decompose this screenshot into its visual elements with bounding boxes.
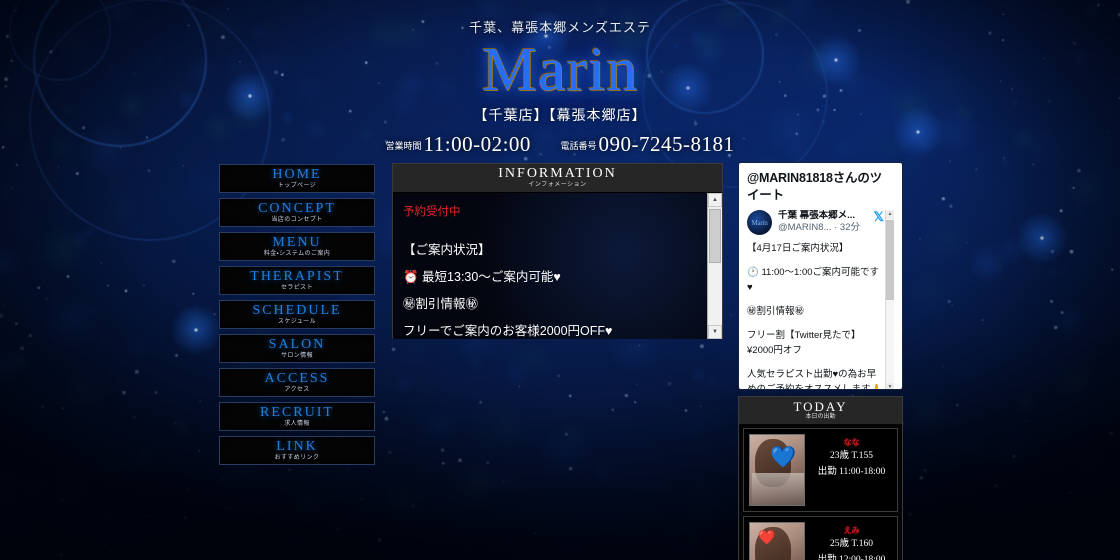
nav-item-link[interactable]: LINKおすすめリンク [219,436,375,465]
twitter-scrollbar-thumb[interactable] [886,220,894,300]
therapist-photo[interactable]: 💙 [749,434,805,506]
nav-item-label: SALON [269,337,326,352]
tweet-line: 【4月17日ご案内状況】 [747,241,884,256]
therapist-shift: 出勤 12:00-18:00 [811,552,892,560]
nav-item-menu[interactable]: MENU料金・システムのご案内 [219,232,375,261]
twitter-widget-title[interactable]: @MARIN81818さんのツイート [747,170,894,204]
nav-item-sublabel: 当店のコンセプト [271,216,322,224]
therapist-card[interactable]: ❤️ えみ25歳 T.160出勤 12:00-18:00 [743,516,898,560]
tweet-header: Marin 千葉 幕張本郷メ... @MARIN8... · 32分 𝕏 [747,210,884,235]
today-title-jp: 本日の出勤 [805,414,835,421]
tweet-line: 人気セラピスト出勤♥の為お早めのご予約をオススメします🙏 [747,367,884,390]
nav-item-recruit[interactable]: RECRUIT求人情報 [219,402,375,431]
nav-item-label: SCHEDULE [252,303,341,318]
face-mask-heart-icon: ❤️ [758,527,775,548]
nav-item-label: MENU [272,235,321,250]
tweet-timestamp: · 32分 [834,222,860,233]
information-header: INFORMATION インフォメーション [393,164,722,193]
tweet-display-name[interactable]: 千葉 幕張本郷メ... [778,210,868,222]
nav-item-label: RECRUIT [260,405,334,420]
nav-item-label: CONCEPT [258,201,336,216]
nav-item-sublabel: サロン情報 [281,352,313,360]
branch-list: 【千葉店】【幕張本郷店】 [0,105,1120,125]
twitter-widget: @MARIN81818さんのツイート Marin 千葉 幕張本郷メ... @MA… [738,162,903,390]
nav-item-sublabel: 料金・システムのご案内 [264,250,330,258]
today-card-list: 💙なな23歳 T.155出勤 11:00-18:00❤️えみ25歳 T.160出… [739,428,902,560]
nav-item-label: THERAPIST [250,269,343,284]
photo-body-shape [752,473,805,505]
tweet-line: ㊙割引情報㊙ [747,304,884,319]
nav-item-sublabel: スケジュール [278,318,316,326]
nav-item-label: LINK [276,439,317,454]
information-panel: INFORMATION インフォメーション 予約受付中【ご案内状況】⏰ 最短13… [392,163,723,339]
information-content: 予約受付中【ご案内状況】⏰ 最短13:30〜ご案内可能♥㊙割引情報㊙フリーでご案… [393,193,707,339]
tweet-body: 【4月17日ご案内状況】 🕐 11:00〜1:00ご案内可能です♥ ㊙割引情報㊙フリ… [747,241,884,390]
information-line: 【ご案内状況】 [403,237,697,264]
twitter-stream: Marin 千葉 幕張本郷メ... @MARIN8... · 32分 𝕏 【4月… [747,210,894,390]
main-navigation: HOMEトップページ CONCEPT当店のコンセプト MENU料金・システムのご案内… [219,164,375,470]
nav-item-sublabel: おすすめリンク [275,454,320,462]
today-title: TODAY [793,400,847,414]
information-title-jp: インフォメーション [528,181,586,189]
therapist-info: えみ25歳 T.160出勤 12:00-18:00 [811,522,892,560]
scrollbar-thumb[interactable] [709,209,721,263]
site-header: 千葉、幕張本郷メンズエステ Marin 【千葉店】【幕張本郷店】 営業時間11:… [0,0,1120,150]
information-title: INFORMATION [498,167,616,181]
therapist-photo[interactable]: ❤️ [749,522,805,560]
information-spacer [403,223,697,237]
information-scrollbar[interactable]: ▲ ▼ [707,193,722,339]
right-sidebar: @MARIN81818さんのツイート Marin 千葉 幕張本郷メ... @MA… [738,162,903,560]
nav-item-label: ACCESS [265,371,330,386]
nav-item-access[interactable]: ACCESSアクセス [219,368,375,397]
twitter-scroll-up-icon[interactable]: ▲ [886,210,894,219]
tweet-author: 千葉 幕張本郷メ... @MARIN8... · 32分 [778,210,868,234]
therapist-name: えみ [811,525,892,536]
nav-item-sublabel: セラピスト [281,284,313,292]
x-logo-icon[interactable]: 𝕏 [874,210,884,223]
site-tagline: 千葉、幕張本郷メンズエステ [0,17,1120,36]
therapist-card[interactable]: 💙 なな23歳 T.155出勤 11:00-18:00 [743,428,898,512]
tweet-handle-text: @MARIN8... [778,222,831,233]
information-line: ㊙割引情報㊙ [403,291,697,318]
therapist-stats: 23歳 T.155 [811,448,892,464]
today-header: TODAY 本日の出勤 [739,397,902,424]
nav-item-therapist[interactable]: THERAPISTセラピスト [219,266,375,295]
therapist-info: なな23歳 T.155出勤 11:00-18:00 [811,434,892,506]
information-alert: 予約受付中 [403,201,697,223]
avatar[interactable]: Marin [747,210,772,235]
nav-item-sublabel: 求人情報 [284,420,310,428]
information-line: フリーでご案内のお客様2000円OFF♥ [403,318,697,339]
twitter-scrollbar[interactable]: ▲ ▼ [885,210,894,390]
nav-item-home[interactable]: HOMEトップページ [219,164,375,193]
face-mask-heart-icon: 💙 [770,447,796,468]
information-line: ⏰ 最短13:30〜ご案内可能♥ [403,264,697,291]
site-logo[interactable]: Marin [0,37,1120,103]
therapist-name: なな [811,437,892,448]
therapist-stats: 25歳 T.160 [811,536,892,552]
nav-item-label: HOME [272,167,321,182]
tweet-line: フリー割【Twitter見たで】¥2000円オフ [747,328,884,358]
nav-item-sublabel: トップページ [278,182,316,190]
twitter-scroll-down-icon[interactable]: ▼ [886,383,894,390]
scroll-down-arrow-icon[interactable]: ▼ [708,325,722,339]
nav-item-concept[interactable]: CONCEPT当店のコンセプト [219,198,375,227]
therapist-shift: 出勤 11:00-18:00 [811,464,892,480]
tweet-handle[interactable]: @MARIN8... · 32分 [778,222,868,234]
nav-item-schedule[interactable]: SCHEDULEスケジュール [219,300,375,329]
nav-item-sublabel: アクセス [284,386,309,394]
today-panel: TODAY 本日の出勤 💙 なな23歳 T.155出勤 11:00-18:00 ❤️… [738,396,903,560]
nav-item-salon[interactable]: SALONサロン情報 [219,334,375,363]
information-body: 予約受付中【ご案内状況】⏰ 最短13:30〜ご案内可能♥㊙割引情報㊙フリーでご案… [393,193,722,339]
tweet-line: 🕐 11:00〜1:00ご案内可能です♥ [747,265,884,295]
scroll-up-arrow-icon[interactable]: ▲ [708,193,722,207]
